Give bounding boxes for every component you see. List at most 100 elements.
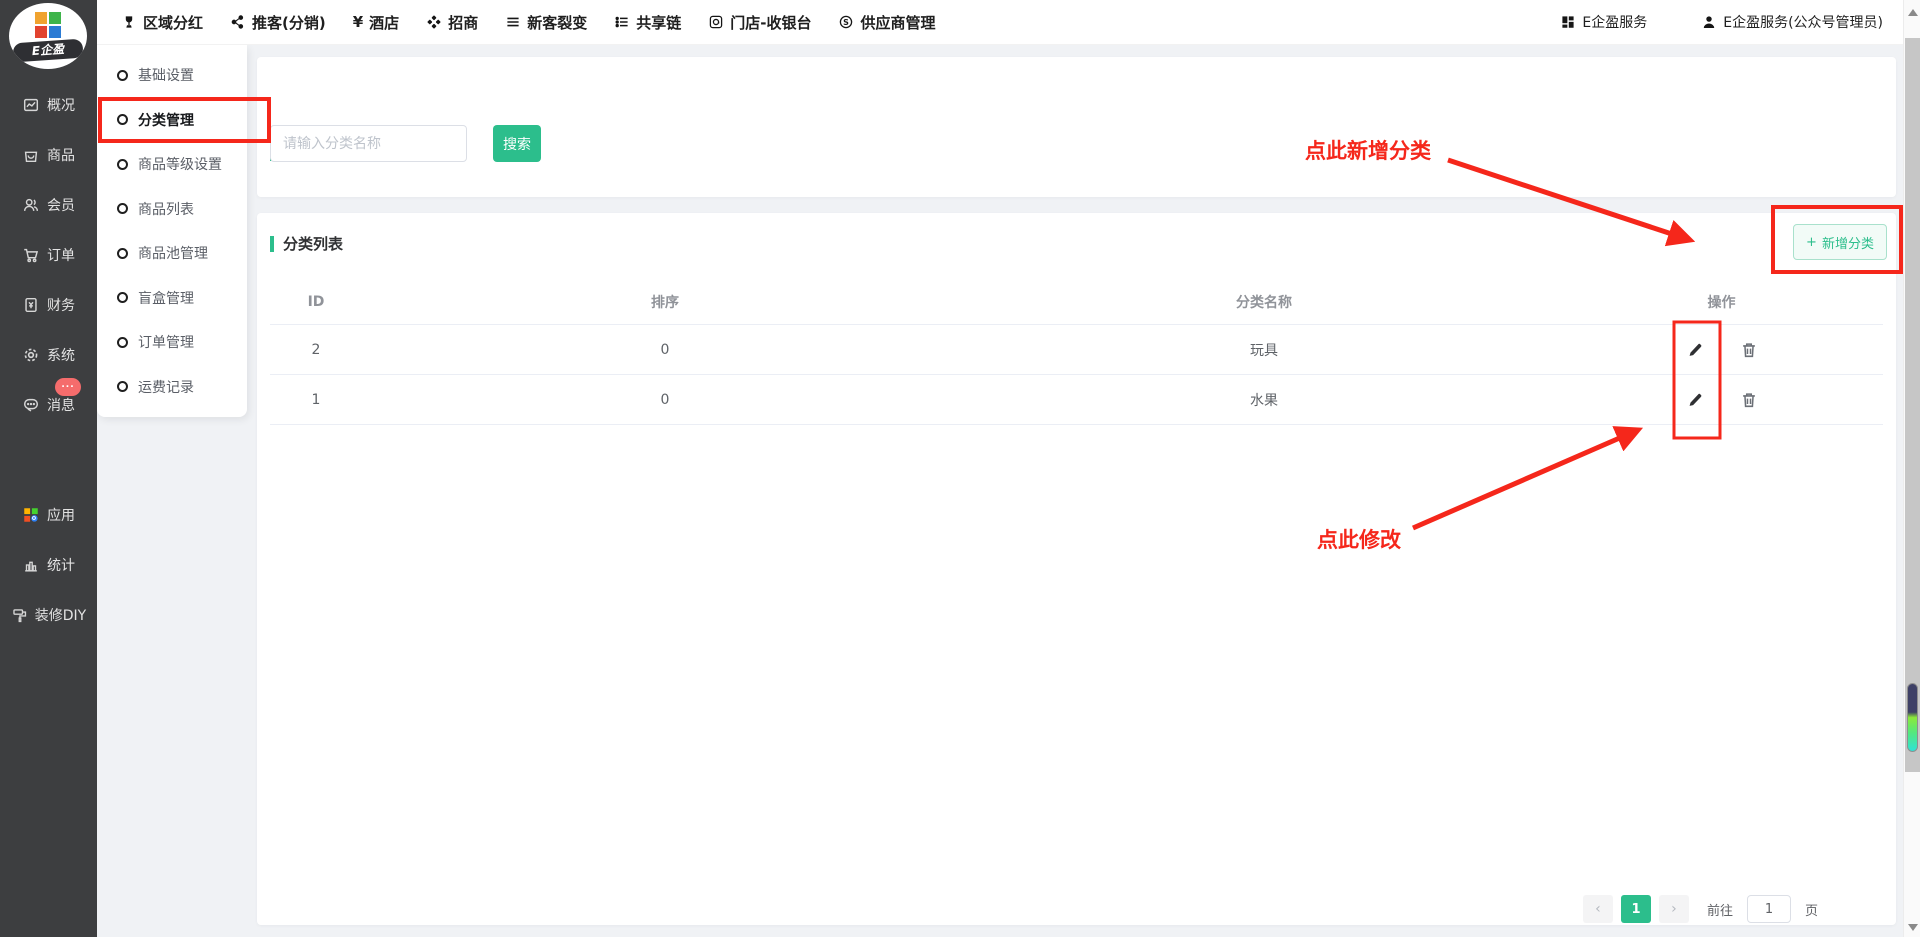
submenu-label: 订单管理 bbox=[138, 332, 194, 352]
pagination: ‹ 1 › 前往 页 bbox=[1583, 895, 1818, 923]
submenu-item-goods-list[interactable]: 商品列表 bbox=[97, 187, 247, 232]
member-icon bbox=[22, 196, 40, 214]
apps-grid-icon bbox=[1560, 14, 1576, 30]
sidebar-item-apps[interactable]: 应用 bbox=[0, 490, 97, 540]
topnav-store-cashier[interactable]: 门店-收银台 bbox=[708, 12, 811, 33]
order-icon bbox=[22, 246, 40, 264]
topbar: 区域分红 推客(分销) ¥ 酒店 招商 新客裂变 共享链 门店-收银台 S 供应… bbox=[97, 0, 1903, 45]
scroll-down-icon[interactable] bbox=[1908, 924, 1918, 931]
topnav-distribution[interactable]: 推客(分销) bbox=[230, 12, 326, 33]
topnav-label: 新客裂变 bbox=[527, 12, 587, 33]
message-icon bbox=[22, 396, 40, 414]
submenu-label: 基础设置 bbox=[138, 65, 194, 85]
category-name-input[interactable] bbox=[270, 125, 467, 162]
delete-button[interactable] bbox=[1738, 389, 1760, 411]
vertical-scrollbar[interactable] bbox=[1903, 0, 1920, 937]
current-page-button[interactable]: 1 bbox=[1621, 895, 1651, 923]
topnav-supplier[interactable]: S 供应商管理 bbox=[838, 12, 935, 33]
submenu-item-basic-settings[interactable]: 基础设置 bbox=[97, 53, 247, 98]
logo-grid-icon bbox=[35, 12, 61, 38]
search-button[interactable]: 搜索 bbox=[493, 125, 541, 162]
sidebar-item-finance[interactable]: 财务 bbox=[0, 280, 97, 330]
category-search-card: 分类管理 搜索 bbox=[257, 57, 1896, 197]
add-category-button[interactable]: + 新增分类 bbox=[1793, 224, 1887, 260]
topnav-region-dividend[interactable]: 区域分红 bbox=[121, 12, 203, 33]
sidebar-item-diy[interactable]: 装修DIY bbox=[0, 590, 97, 640]
app-logo[interactable]: E企盈 bbox=[0, 0, 97, 80]
table-header-row: ID 排序 分类名称 操作 bbox=[270, 280, 1883, 325]
topnav-fission[interactable]: 新客裂变 bbox=[505, 12, 587, 33]
cell-name: 玩具 bbox=[968, 340, 1560, 360]
submenu-item-category-management[interactable]: 分类管理 bbox=[97, 98, 247, 143]
investment-icon bbox=[426, 14, 442, 30]
topright-account-label: E企盈服务(公众号管理员) bbox=[1723, 12, 1883, 32]
topnav-share-chain[interactable]: 共享链 bbox=[614, 12, 681, 33]
topnav-label: 酒店 bbox=[369, 12, 399, 33]
submenu-label: 商品列表 bbox=[138, 199, 194, 219]
submenu-item-goods-level[interactable]: 商品等级设置 bbox=[97, 142, 247, 187]
col-header-actions: 操作 bbox=[1560, 292, 1883, 312]
table-row: 2 0 玩具 bbox=[270, 325, 1883, 375]
topnav-label: 招商 bbox=[448, 12, 478, 33]
fission-menu-icon bbox=[505, 14, 521, 30]
sidebar-item-label: 装修DIY bbox=[35, 605, 86, 625]
distribution-share-icon bbox=[230, 14, 246, 30]
sidebar-item-system[interactable]: 系统 bbox=[0, 330, 97, 380]
next-page-button[interactable]: › bbox=[1659, 895, 1689, 923]
circle-bullet-icon bbox=[117, 381, 128, 392]
submenu-item-order-management[interactable]: 订单管理 bbox=[97, 320, 247, 365]
submenu-label: 分类管理 bbox=[138, 110, 194, 130]
submenu-item-goods-pool[interactable]: 商品池管理 bbox=[97, 231, 247, 276]
topright-account[interactable]: E企盈服务(公众号管理员) bbox=[1701, 12, 1883, 32]
edit-button[interactable] bbox=[1684, 389, 1706, 411]
sidebar-item-label: 订单 bbox=[47, 245, 75, 265]
topnav-label: 区域分红 bbox=[143, 12, 203, 33]
plus-icon: + bbox=[1806, 235, 1817, 250]
topnav-label: 门店-收银台 bbox=[730, 12, 811, 33]
sidebar-item-stats[interactable]: 统计 bbox=[0, 540, 97, 590]
add-category-label: 新增分类 bbox=[1822, 233, 1874, 252]
finance-icon bbox=[22, 296, 40, 314]
cell-sort: 0 bbox=[362, 392, 968, 408]
apps-icon bbox=[22, 506, 40, 524]
logo-text: E企盈 bbox=[12, 39, 83, 63]
topnav-label: 供应商管理 bbox=[860, 12, 935, 33]
topnav-investment[interactable]: 招商 bbox=[426, 12, 478, 33]
submenu-label: 商品等级设置 bbox=[138, 154, 222, 174]
goto-label: 前往 bbox=[1707, 900, 1733, 919]
circle-bullet-icon bbox=[117, 70, 128, 81]
sidebar-item-order[interactable]: 订单 bbox=[0, 230, 97, 280]
sidebar-item-message[interactable]: 消息 bbox=[0, 380, 97, 430]
svg-text:S: S bbox=[844, 18, 850, 27]
sidebar-item-label: 系统 bbox=[47, 345, 75, 365]
topnav-label: 共享链 bbox=[636, 12, 681, 33]
circle-bullet-icon bbox=[117, 203, 128, 214]
circle-bullet-icon bbox=[117, 159, 128, 170]
trash-icon bbox=[1740, 391, 1758, 409]
system-icon bbox=[22, 346, 40, 364]
sidebar-item-label: 消息 bbox=[47, 395, 75, 415]
cell-id: 1 bbox=[270, 392, 362, 408]
sidebar-item-label: 财务 bbox=[47, 295, 75, 315]
sidebar-item-label: 会员 bbox=[47, 195, 75, 215]
scroll-up-icon[interactable] bbox=[1908, 9, 1918, 16]
delete-button[interactable] bbox=[1738, 339, 1760, 361]
share-chain-icon bbox=[614, 14, 630, 30]
submenu-label: 盲盒管理 bbox=[138, 288, 194, 308]
sidebar-item-member[interactable]: 会员 bbox=[0, 180, 97, 230]
sidebar-item-overview[interactable]: 概况 bbox=[0, 80, 97, 130]
topnav-hotel[interactable]: ¥ 酒店 bbox=[353, 12, 399, 33]
goto-page-input[interactable] bbox=[1747, 895, 1791, 923]
submenu-item-blind-box[interactable]: 盲盒管理 bbox=[97, 276, 247, 321]
sidebar-item-goods[interactable]: 商品 bbox=[0, 130, 97, 180]
edit-pencil-icon bbox=[1686, 391, 1704, 409]
main-sidebar: E企盈 概况 商品 会员 订单 财务 系统 消息 ... 应用 统计 装修 bbox=[0, 0, 97, 937]
topright-service[interactable]: E企盈服务 bbox=[1560, 12, 1647, 32]
scrollbar-thumb[interactable] bbox=[1905, 38, 1920, 772]
prev-page-button[interactable]: ‹ bbox=[1583, 895, 1613, 923]
edit-button[interactable] bbox=[1684, 339, 1706, 361]
trash-icon bbox=[1740, 341, 1758, 359]
diy-icon bbox=[11, 607, 28, 624]
submenu-label: 商品池管理 bbox=[138, 243, 208, 263]
submenu-item-freight-record[interactable]: 运费记录 bbox=[97, 365, 247, 410]
